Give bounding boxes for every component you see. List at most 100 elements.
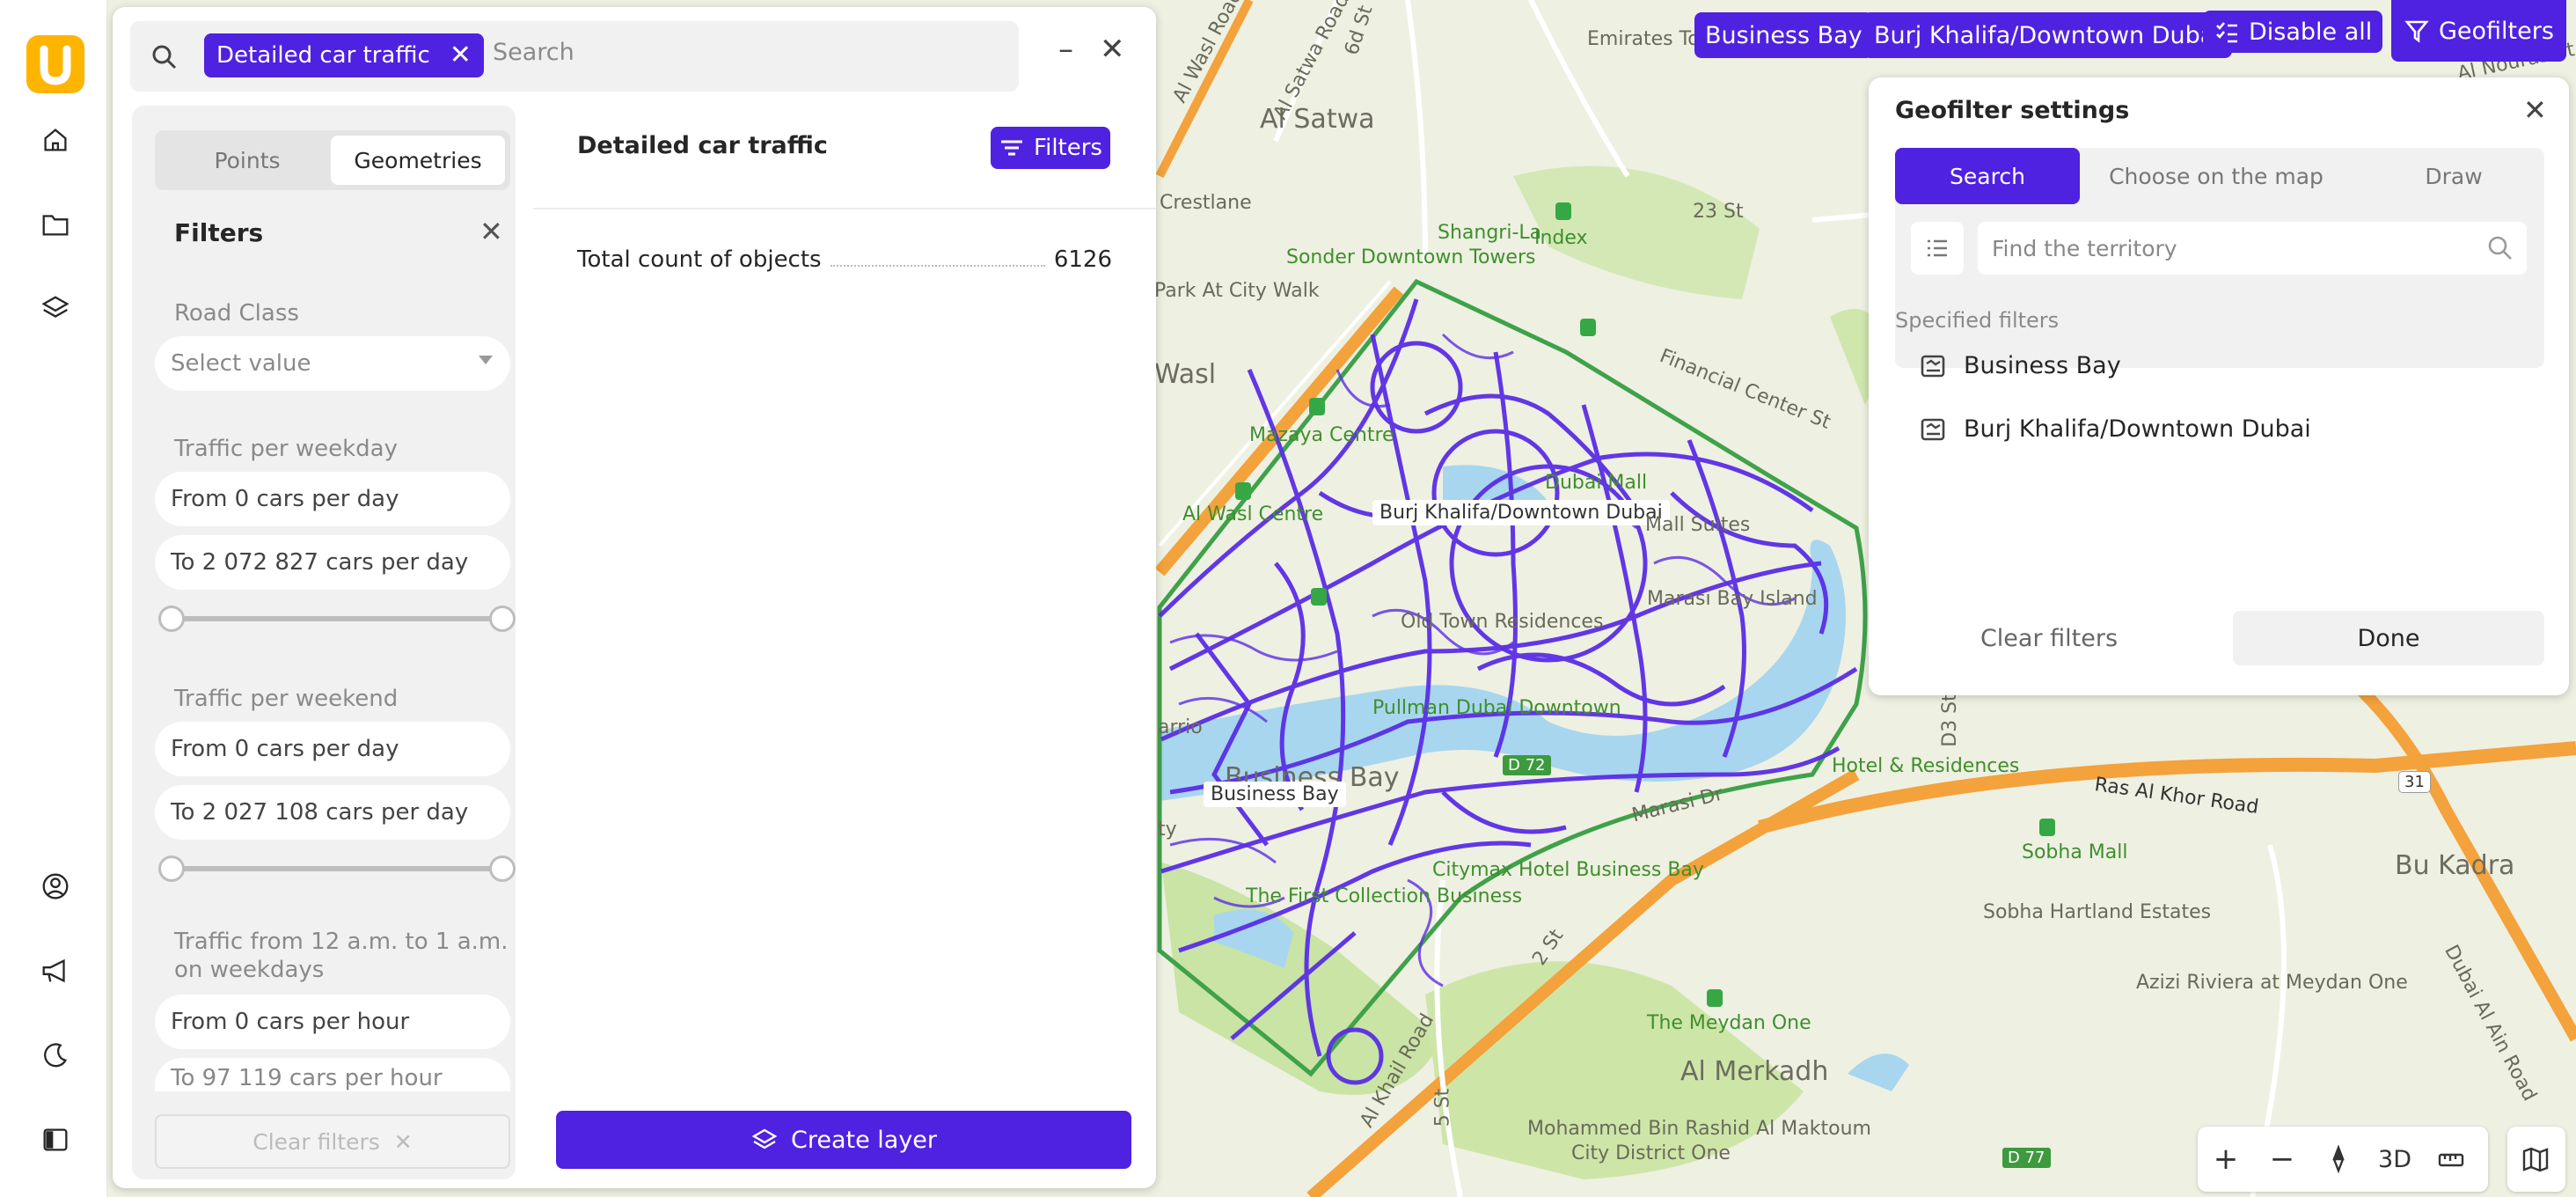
poi-icon <box>1580 319 1596 336</box>
road-shield: D 77 <box>2002 1148 2051 1168</box>
map-tag-business-bay[interactable]: Business Bay <box>1204 782 1346 807</box>
create-layer-label: Create layer <box>790 1126 938 1154</box>
search-icon <box>2488 236 2512 260</box>
specified-filter-item[interactable]: Burj Khalifa/Downtown Dubai <box>1920 415 2311 443</box>
layers-icon <box>751 1128 778 1149</box>
weekday-to-input[interactable]: To 2 072 827 cars per day <box>155 535 510 590</box>
data-panel: Detailed car traffic ✕ Search – ✕ Points… <box>113 7 1156 1188</box>
slider-max-handle[interactable] <box>489 856 516 882</box>
weekday-from-input[interactable]: From 0 cars per day <box>155 472 510 526</box>
map-label: The First Collection Business <box>1246 885 1523 907</box>
weekend-range-slider[interactable] <box>158 856 516 882</box>
hourly-label-2: on weekdays <box>174 957 325 983</box>
geofilter-chip-business-bay[interactable]: Business Bay <box>1694 12 1873 58</box>
folder-icon[interactable] <box>32 201 79 248</box>
ruler-icon[interactable] <box>2423 1127 2479 1192</box>
geo-clear-filters-button[interactable]: Clear filters <box>1895 611 2203 665</box>
weekend-to-input[interactable]: To 2 027 108 cars per day <box>155 785 510 840</box>
done-button[interactable]: Done <box>2233 611 2544 665</box>
slider-max-handle[interactable] <box>489 606 516 632</box>
left-rail <box>0 0 107 1197</box>
home-icon[interactable] <box>32 116 79 164</box>
poi-icon <box>1555 202 1571 220</box>
territory-icon <box>1921 355 1945 377</box>
user-icon[interactable] <box>32 863 79 910</box>
find-territory-placeholder: Find the territory <box>1992 235 2177 261</box>
poi-icon <box>2039 819 2055 836</box>
logo-u-icon[interactable] <box>26 35 84 93</box>
specified-filter-item[interactable]: Business Bay <box>1920 352 2121 379</box>
road-class-value: Select value <box>171 350 311 377</box>
poi-icon <box>1235 482 1251 500</box>
tab-points[interactable]: Points <box>160 136 334 185</box>
sidebar-toggle-icon[interactable] <box>32 1116 79 1164</box>
clear-filters-button[interactable]: Clear filters ✕ <box>155 1114 510 1169</box>
map-tag-burj[interactable]: Burj Khalifa/Downtown Dubai <box>1372 500 1670 525</box>
close-panel-button[interactable]: ✕ <box>1100 32 1125 67</box>
tab-geometries[interactable]: Geometries <box>331 136 505 185</box>
search-chip[interactable]: Detailed car traffic ✕ <box>204 33 484 77</box>
map-label: Sonder Downtown Towers <box>1286 246 1536 268</box>
map-label: The Meydan One <box>1647 1012 1811 1034</box>
3d-toggle-button[interactable]: 3D <box>2367 1127 2423 1192</box>
list-icon <box>1928 239 1947 257</box>
search-input[interactable]: Search <box>493 39 574 66</box>
map-controls: + − 3D <box>2198 1127 2488 1192</box>
tab-draw[interactable]: Draw <box>2370 148 2537 204</box>
clear-filters-label: Clear filters <box>252 1128 380 1155</box>
zoom-in-button[interactable]: + <box>2198 1127 2254 1192</box>
minimize-button[interactable]: – <box>1058 32 1073 67</box>
create-layer-button[interactable]: Create layer <box>556 1111 1131 1169</box>
chevron-down-icon <box>479 356 493 364</box>
hourly-to-input[interactable]: To 97 119 cars per hour <box>155 1058 510 1091</box>
map-label: Old Town Residences <box>1401 611 1604 633</box>
layers-icon[interactable] <box>32 285 79 333</box>
compass-icon[interactable] <box>2310 1127 2367 1192</box>
list-button[interactable] <box>1911 222 1964 275</box>
disable-all-button[interactable]: Disable all <box>2203 11 2383 53</box>
chip-close-icon[interactable]: ✕ <box>450 42 472 69</box>
specified-filters-label: Specified filters <box>1895 308 2060 333</box>
map-book-icon[interactable] <box>2507 1127 2564 1192</box>
specified-filter-label: Business Bay <box>1964 352 2121 379</box>
weekday-range-slider[interactable] <box>158 606 516 632</box>
filters-button[interactable]: Filters <box>991 127 1110 169</box>
megaphone-icon[interactable] <box>32 947 79 995</box>
geofilter-tabs: Search Choose on the map Draw Find the t… <box>1895 148 2544 368</box>
slider-min-handle[interactable] <box>158 856 185 882</box>
map-label: Azizi Riviera at Meydan One <box>2136 972 2408 994</box>
tab-search[interactable]: Search <box>1895 148 2080 204</box>
dotted-leader <box>830 265 1045 267</box>
find-territory-input[interactable]: Find the territory <box>1978 222 2527 275</box>
map-label: Sobha Hartland Estates <box>1983 901 2212 923</box>
close-filters-icon[interactable]: ✕ <box>479 215 503 248</box>
weekend-label: Traffic per weekend <box>174 686 399 712</box>
slider-min-handle[interactable] <box>158 606 185 632</box>
map-label: D3 St <box>1938 694 1961 747</box>
geofilters-button[interactable]: Geofilters <box>2391 0 2566 62</box>
map-label: Bu Kadra <box>2395 850 2515 881</box>
search-bar[interactable]: Detailed car traffic ✕ Search <box>130 21 1019 92</box>
geofilter-chip-burj[interactable]: Burj Khalifa/Downtown Dubai <box>1863 12 2232 58</box>
geofilters-label: Geofilters <box>2439 17 2554 45</box>
specified-filter-label: Burj Khalifa/Downtown Dubai <box>1964 415 2311 443</box>
total-count-value: 6126 <box>1053 246 1112 273</box>
hourly-label: Traffic from 12 a.m. to 1 a.m. <box>174 929 509 955</box>
geofilter-title: Geofilter settings <box>1895 97 2130 124</box>
territory-icon <box>1921 418 1945 440</box>
road-class-select[interactable]: Select value <box>155 336 510 391</box>
disable-all-label: Disable all <box>2249 18 2373 46</box>
hourly-from-input[interactable]: From 0 cars per hour <box>155 995 510 1049</box>
checklist-icon <box>2216 22 2237 43</box>
zoom-out-button[interactable]: − <box>2254 1127 2310 1192</box>
map-label: City District One <box>1571 1142 1731 1164</box>
tab-choose-on-map[interactable]: Choose on the map <box>2097 148 2335 204</box>
map-label: Wasl <box>1154 359 1217 390</box>
close-icon[interactable]: ✕ <box>2523 93 2547 127</box>
map-label: Park At City Walk <box>1154 280 1320 302</box>
map-label: Index <box>1534 227 1588 249</box>
moon-icon[interactable] <box>32 1032 79 1079</box>
map-label: Hotel & Residences <box>1832 755 2020 777</box>
filters-button-label: Filters <box>1034 135 1102 161</box>
weekend-from-input[interactable]: From 0 cars per day <box>155 722 510 776</box>
